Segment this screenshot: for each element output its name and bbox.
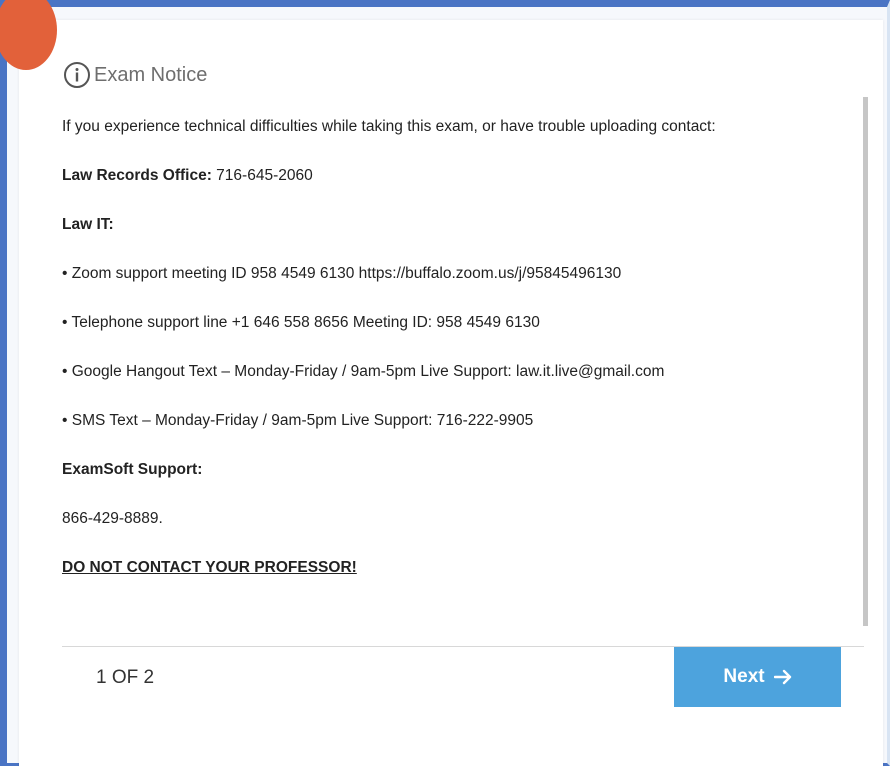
hangout-support-item: • Google Hangout Text – Monday-Friday / … [62,363,665,380]
arrow-right-icon [773,669,791,685]
intro-text: If you experience technical difficulties… [62,118,716,135]
page-indicator: 1 OF 2 [96,667,155,688]
zoom-support-item: • Zoom support meeting ID 958 4549 6130 … [62,265,622,282]
dialog-title: Exam Notice [94,63,208,86]
law-records-phone: 716-645-2060 [211,167,313,184]
law-records-label: Law Records Office: [62,167,212,184]
next-button-label: Next [723,666,765,687]
info-icon [64,62,90,88]
exam-notice-dialog: Exam Notice If you experience technical … [0,0,883,767]
law-it-heading: Law IT: [62,216,114,233]
law-records-line: Law Records Office: 716-645-2060 [62,167,313,185]
scrollbar-thumb[interactable] [863,97,868,626]
examsoft-phone: 866-429-8889. [62,510,163,527]
corner-badge [0,0,57,70]
notice-content[interactable]: If you experience technical difficulties… [62,97,868,626]
window-frame: Exam Notice If you experience technical … [0,0,890,767]
telephone-support-item: • Telephone support line +1 646 558 8656… [62,314,540,331]
examsoft-heading: ExamSoft Support: [62,461,203,478]
next-button[interactable]: Next [674,647,841,707]
dialog-header: Exam Notice [62,60,207,90]
sms-support-item: • SMS Text – Monday-Friday / 9am-5pm Liv… [62,412,534,429]
professor-warning: DO NOT CONTACT YOUR PROFESSOR! [62,559,357,576]
